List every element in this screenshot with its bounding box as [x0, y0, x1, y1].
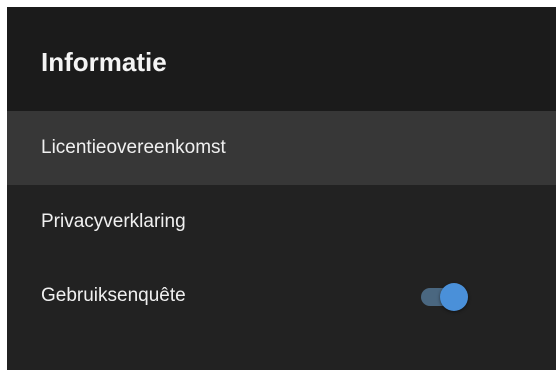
information-panel: Informatie Licentieovereenkomst Privacyv…	[7, 7, 556, 370]
settings-list: Licentieovereenkomst Privacyverklaring G…	[7, 111, 556, 370]
list-item-label: Privacyverklaring	[41, 211, 186, 232]
list-item-license-agreement[interactable]: Licentieovereenkomst	[7, 111, 556, 185]
toggle-thumb	[440, 283, 468, 311]
list-item-privacy-statement[interactable]: Privacyverklaring	[7, 185, 556, 259]
list-item-label: Licentieovereenkomst	[41, 137, 226, 158]
panel-header: Informatie	[7, 7, 556, 111]
usage-survey-toggle[interactable]	[420, 283, 470, 311]
page-title: Informatie	[41, 47, 167, 77]
list-item-usage-survey[interactable]: Gebruiksenquête	[7, 259, 556, 333]
list-item-label: Gebruiksenquête	[41, 285, 186, 306]
